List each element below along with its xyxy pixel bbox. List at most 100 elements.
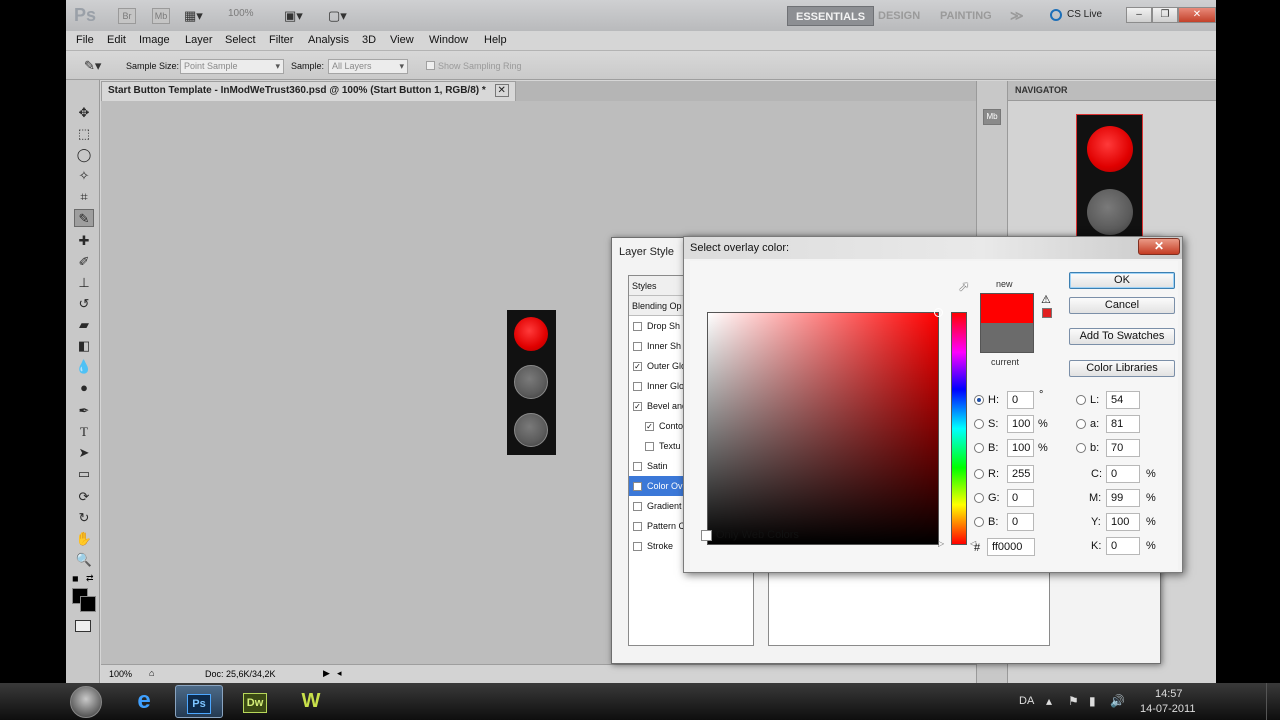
blue-input[interactable]: 0 [1007, 513, 1034, 531]
color-libraries-button[interactable]: Color Libraries [1069, 360, 1175, 377]
3d-rotate-tool-icon[interactable]: ⟳ [74, 488, 94, 506]
hue-radio[interactable] [974, 395, 984, 405]
red-radio[interactable] [974, 469, 984, 479]
a-channel-radio[interactable] [1076, 419, 1086, 429]
blur-tool-icon[interactable]: 💧 [74, 358, 94, 376]
default-colors-icon[interactable]: ◼ [72, 574, 79, 583]
color-overlay-checkbox[interactable]: ✓ [633, 482, 642, 491]
menu-layer[interactable]: Layer [185, 34, 213, 46]
outer-glow-checkbox[interactable]: ✓ [633, 362, 642, 371]
status-arrow-icon[interactable]: ▶ [323, 668, 330, 679]
eyedropper-preset-icon[interactable]: ✎▾ [84, 58, 101, 74]
cs-live-label[interactable]: CS Live [1067, 9, 1102, 20]
cs-live-icon[interactable] [1050, 9, 1062, 21]
green-radio[interactable] [974, 493, 984, 503]
shape-tool-icon[interactable]: ▭ [74, 465, 94, 483]
scroll-left-icon[interactable]: ◂ [337, 668, 342, 679]
clock-time[interactable]: 14:57 [1155, 688, 1183, 700]
sample-size-select[interactable]: Point Sample [180, 59, 284, 74]
navigator-thumbnail[interactable] [1076, 114, 1143, 240]
pen-tool-icon[interactable]: ✒ [74, 402, 94, 420]
add-to-swatches-button[interactable]: Add To Swatches [1069, 328, 1175, 345]
lasso-tool-icon[interactable]: ◯ [74, 146, 94, 164]
black-input[interactable]: 0 [1106, 537, 1140, 555]
photoshop-taskbar-button[interactable]: Ps [175, 685, 223, 718]
ok-button[interactable]: OK [1069, 272, 1175, 289]
marquee-tool-icon[interactable]: ⬚ [74, 125, 94, 143]
close-document-icon[interactable]: ✕ [494, 84, 509, 97]
more-workspaces-icon[interactable]: ≫ [1002, 6, 1032, 26]
close-dialog-button[interactable]: ✕ [1138, 238, 1180, 255]
brightness-input[interactable]: 100 [1007, 439, 1034, 457]
eyedropper-tool-icon[interactable]: ✎ [74, 209, 94, 227]
view-extras-icon[interactable]: ▦▾ [184, 8, 203, 24]
clock-date[interactable]: 14-07-2011 [1140, 703, 1195, 715]
show-hidden-icons-icon[interactable]: ▴ [1046, 694, 1052, 708]
workspace-essentials[interactable]: ESSENTIALS [787, 6, 875, 26]
dreamweaver-taskbar-button[interactable]: Dw [231, 685, 279, 718]
saturation-brightness-field[interactable] [707, 308, 943, 545]
pattern-overlay-checkbox[interactable] [633, 522, 642, 531]
volume-icon[interactable]: 🔊 [1110, 694, 1125, 708]
menu-help[interactable]: Help [484, 34, 507, 46]
spot-healing-tool-icon[interactable]: ✚ [74, 232, 94, 250]
status-menu-icon[interactable]: ⌂ [149, 668, 154, 678]
bridge-button[interactable]: Br [118, 8, 136, 24]
hue-slider[interactable] [951, 312, 967, 545]
start-button[interactable] [70, 686, 102, 718]
b-channel-input[interactable]: 70 [1106, 439, 1140, 457]
gamut-correction-swatch[interactable] [1042, 308, 1052, 318]
blue-radio[interactable] [974, 517, 984, 527]
swap-colors-icon[interactable]: ⇄ [86, 573, 94, 584]
menu-view[interactable]: View [390, 34, 414, 46]
workspace-painting[interactable]: PAINTING [932, 6, 1000, 26]
history-brush-tool-icon[interactable]: ↺ [74, 295, 94, 313]
workspace-design[interactable]: DESIGN [870, 6, 928, 26]
navigator-title[interactable]: NAVIGATOR [1015, 85, 1068, 95]
color-picker-titlebar[interactable]: Select overlay color: ✕ [684, 237, 1182, 259]
inner-glow-checkbox[interactable] [633, 382, 642, 391]
a-channel-input[interactable]: 81 [1106, 415, 1140, 433]
green-input[interactable]: 0 [1007, 489, 1034, 507]
dodge-tool-icon[interactable]: ● [74, 379, 94, 397]
menu-window[interactable]: Window [429, 34, 468, 46]
internet-explorer-taskbar-icon[interactable]: e [120, 685, 168, 718]
close-window-button[interactable]: ✕ [1178, 7, 1216, 23]
path-selection-tool-icon[interactable]: ➤ [74, 444, 94, 462]
zoom-level-display[interactable]: 100% [228, 8, 254, 24]
crop-tool-icon[interactable]: ⌗ [74, 188, 94, 206]
menu-select[interactable]: Select [225, 34, 256, 46]
gradient-tool-icon[interactable]: ◧ [74, 337, 94, 355]
out-of-gamut-warning-icon[interactable]: ⚠ [1041, 293, 1051, 306]
quick-mask-icon[interactable] [75, 620, 91, 632]
saturation-radio[interactable] [974, 419, 984, 429]
show-desktop-button[interactable] [1266, 683, 1280, 720]
menu-edit[interactable]: Edit [107, 34, 126, 46]
document-tab[interactable]: Start Button Template - InModWeTrust360.… [101, 81, 516, 101]
menu-image[interactable]: Image [139, 34, 170, 46]
action-center-flag-icon[interactable]: ⚑ [1068, 694, 1079, 708]
b-channel-radio[interactable] [1076, 443, 1086, 453]
restore-button[interactable]: ❐ [1152, 7, 1178, 23]
sample-select[interactable]: All Layers [328, 59, 408, 74]
cyan-input[interactable]: 0 [1106, 465, 1140, 483]
mini-bridge-button[interactable]: Mb [152, 8, 170, 24]
lightness-radio[interactable] [1076, 395, 1086, 405]
background-color-swatch[interactable] [80, 596, 96, 612]
zoom-field[interactable]: 100% [109, 669, 132, 679]
drop-shadow-checkbox[interactable] [633, 322, 642, 331]
hand-tool-icon[interactable]: ✋ [74, 530, 94, 548]
eraser-tool-icon[interactable]: ▰ [74, 316, 94, 334]
mini-bridge-panel-icon[interactable]: Mb [983, 109, 1001, 125]
cancel-button[interactable]: Cancel [1069, 297, 1175, 314]
lightness-input[interactable]: 54 [1106, 391, 1140, 409]
winamp-taskbar-icon[interactable]: W [287, 685, 335, 718]
brush-tool-icon[interactable]: ✐ [74, 253, 94, 271]
contour-checkbox[interactable]: ✓ [645, 422, 654, 431]
bevel-emboss-checkbox[interactable]: ✓ [633, 402, 642, 411]
magenta-input[interactable]: 99 [1106, 489, 1140, 507]
language-indicator[interactable]: DA [1019, 695, 1034, 707]
yellow-input[interactable]: 100 [1106, 513, 1140, 531]
screen-mode-icon[interactable]: ▢▾ [328, 8, 347, 24]
brightness-radio[interactable] [974, 443, 984, 453]
